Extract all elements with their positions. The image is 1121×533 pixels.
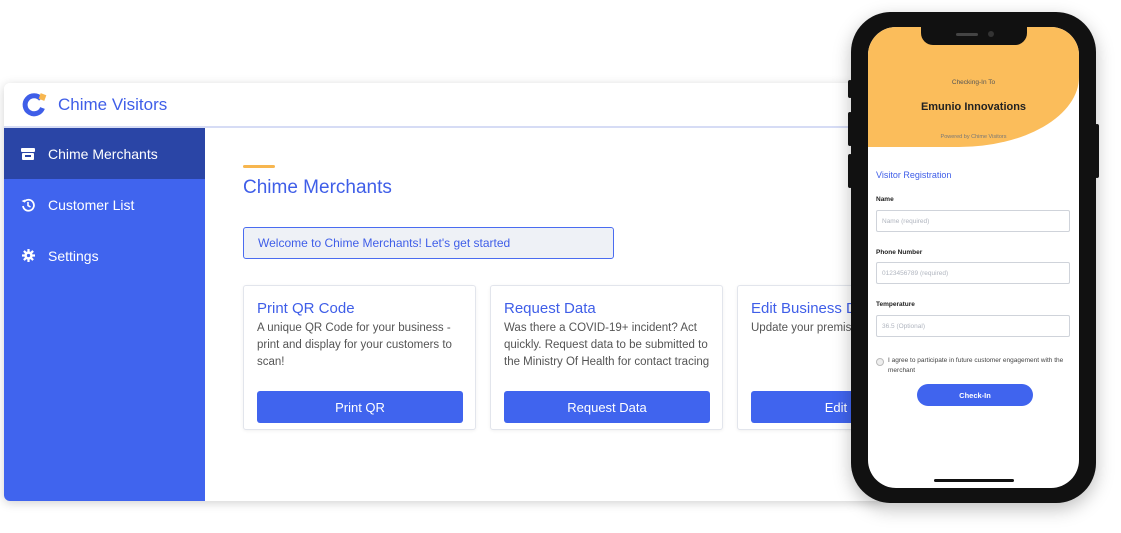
phone-side-button: [848, 80, 852, 98]
sidebar-item-label: Settings: [48, 247, 99, 264]
speaker-icon: [956, 33, 978, 36]
consent-text: I agree to participate in future custome…: [888, 357, 1064, 374]
temperature-input[interactable]: [876, 315, 1070, 337]
business-name: Emunio Innovations: [920, 101, 1027, 113]
card-description: A unique QR Code for your business - pri…: [257, 322, 452, 368]
gear-icon: [21, 249, 35, 263]
card-request-data: Request Data Was there a COVID-19+ incid…: [490, 285, 723, 430]
app-title[interactable]: Chime Visitors: [58, 95, 167, 115]
check-in-button[interactable]: Check-In: [917, 384, 1033, 406]
checking-in-to-label: Checking-In To: [951, 79, 996, 86]
card-title: Print QR Code: [257, 300, 355, 317]
store-icon: [21, 147, 35, 161]
main-content: Chime Merchants Welcome to Chime Merchan…: [205, 128, 884, 501]
sidebar-item-chime-merchants[interactable]: Chime Merchants: [4, 128, 205, 179]
sidebar-item-customer-list[interactable]: Customer List: [4, 179, 205, 230]
phone-side-button: [1095, 124, 1099, 178]
phone-number-input[interactable]: [876, 262, 1070, 284]
consent-row: I agree to participate in future custome…: [876, 356, 1070, 375]
phone-mockup: Checking-In To Emunio Innovations Powere…: [848, 12, 1099, 503]
name-label: Name: [876, 196, 894, 203]
chime-logo-icon: [21, 92, 47, 118]
home-indicator: [934, 479, 1014, 482]
camera-icon: [988, 31, 994, 37]
card-description: Was there a COVID-19+ incident? Act quic…: [504, 322, 710, 368]
consent-checkbox[interactable]: [876, 358, 884, 366]
request-data-button[interactable]: Request Data: [504, 391, 710, 423]
card-title: Request Data: [504, 300, 596, 317]
print-qr-button[interactable]: Print QR: [257, 391, 463, 423]
phone-number-label: Phone Number: [876, 249, 923, 256]
form-title: Visitor Registration: [876, 170, 952, 180]
welcome-banner: Welcome to Chime Merchants! Let's get st…: [243, 227, 614, 259]
temperature-label: Temperature: [876, 301, 915, 308]
phone-side-button: [848, 112, 852, 146]
name-input[interactable]: [876, 210, 1070, 232]
history-icon: [21, 198, 35, 212]
card-print-qr: Print QR Code A unique QR Code for your …: [243, 285, 476, 430]
sidebar-item-label: Customer List: [48, 196, 135, 213]
phone-side-button: [848, 154, 852, 188]
phone-notch: [921, 27, 1027, 45]
sidebar: Chime Merchants Customer List Settings: [4, 128, 205, 501]
powered-by-label: Powered by Chime Visitors: [940, 134, 1007, 140]
app-window: Chime Visitors Chime Merchants Customer …: [4, 83, 884, 501]
phone-screen: Checking-In To Emunio Innovations Powere…: [868, 27, 1079, 488]
checkin-header: Checking-In To Emunio Innovations Powere…: [868, 27, 1079, 147]
top-bar: Chime Visitors: [4, 83, 884, 128]
title-accent-bar: [243, 165, 275, 168]
sidebar-item-label: Chime Merchants: [48, 145, 158, 162]
page-title: Chime Merchants: [243, 177, 392, 198]
sidebar-item-settings[interactable]: Settings: [4, 230, 205, 281]
